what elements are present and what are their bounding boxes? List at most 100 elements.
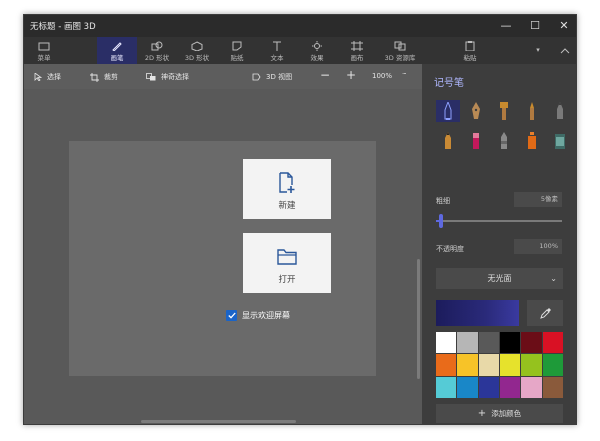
magic-select-label: 神奇选择 [161, 73, 189, 81]
3d-library-icon [394, 41, 406, 51]
zoom-in-button[interactable]: + [346, 68, 356, 82]
brush-calligraphy-pen[interactable] [464, 100, 488, 122]
tab-canvas[interactable]: 画布 [337, 37, 377, 64]
tab-label: 菜单 [37, 54, 51, 62]
fill-bucket-icon [555, 134, 565, 149]
tab-stickers[interactable]: 贴纸 [217, 37, 257, 64]
magic-select-tool[interactable]: 神奇选择 [146, 72, 189, 82]
paste-icon [465, 41, 475, 51]
select-tool[interactable]: 选择 [34, 72, 61, 82]
show-welcome-label: 显示欢迎屏幕 [242, 311, 290, 320]
new-button[interactable]: 新建 [243, 159, 331, 219]
brush-eraser[interactable] [464, 130, 488, 152]
brush-pixel-pen[interactable] [548, 100, 572, 122]
color-swatch[interactable] [478, 376, 499, 398]
more-dropdown-button[interactable]: ▾ [524, 37, 552, 64]
plus-icon: + [346, 68, 357, 82]
tab-label: 贴纸 [230, 54, 244, 62]
minimize-button[interactable]: — [492, 15, 520, 37]
pixel-pen-icon [557, 102, 563, 119]
tab-3d-shapes[interactable]: 3D 形状 [177, 37, 217, 64]
zoom-out-button[interactable]: − [320, 68, 330, 82]
show-welcome-checkbox[interactable]: 显示欢迎屏幕 [226, 310, 290, 321]
eyedropper-button[interactable] [527, 300, 563, 326]
minus-icon: − [320, 68, 331, 82]
color-swatch[interactable] [500, 376, 521, 398]
color-swatch[interactable] [521, 332, 542, 354]
brush-marker[interactable] [436, 100, 460, 122]
thickness-slider-thumb[interactable] [439, 214, 444, 228]
vertical-scrollbar[interactable] [417, 259, 420, 379]
horizontal-scrollbar[interactable] [141, 420, 296, 423]
folder-icon [38, 42, 50, 51]
title-bar: 无标题 - 画图 3D — ☐ ✕ [24, 15, 576, 37]
color-swatch[interactable] [436, 354, 457, 376]
color-swatch[interactable] [542, 332, 563, 354]
zoom-value: 100% [372, 72, 393, 80]
color-swatch[interactable] [478, 332, 499, 354]
cursor-icon [34, 73, 42, 81]
thickness-label: 粗细 [436, 197, 450, 205]
color-swatch[interactable] [457, 376, 478, 398]
color-swatch[interactable] [478, 354, 499, 376]
brush-crayon[interactable] [492, 130, 516, 152]
zoom-level: 100% [372, 72, 392, 80]
color-swatch[interactable] [542, 376, 563, 398]
brush-pencil[interactable] [436, 130, 460, 152]
open-button[interactable]: 打开 [243, 233, 331, 293]
select-label: 选择 [47, 73, 61, 81]
tab-brushes[interactable]: 画笔 [97, 37, 137, 64]
paste-label: 粘贴 [463, 54, 477, 62]
maximize-button[interactable]: ☐ [521, 15, 549, 37]
more-options-button[interactable]: ··· [402, 70, 407, 78]
crop-tool[interactable]: 裁剪 [90, 72, 118, 82]
close-button[interactable]: ✕ [550, 15, 576, 37]
tab-2d-shapes[interactable]: 2D 形状 [137, 37, 177, 64]
chevron-down-icon: ▾ [536, 46, 540, 54]
collapse-ribbon-button[interactable] [552, 37, 576, 64]
color-swatch[interactable] [542, 354, 563, 376]
thickness-slider-track[interactable] [436, 220, 562, 222]
marker-icon [444, 102, 452, 120]
crop-label: 裁剪 [104, 73, 118, 81]
brush-oil[interactable] [492, 100, 516, 122]
tab-text[interactable]: 文本 [257, 37, 297, 64]
spray-can-icon [528, 132, 536, 149]
color-swatch[interactable] [500, 332, 521, 354]
checkbox-checked-icon [226, 310, 237, 321]
tab-label: 3D 形状 [184, 54, 210, 62]
brush-watercolor[interactable] [520, 100, 544, 122]
crop-icon [90, 72, 99, 82]
tab-label: 效果 [310, 54, 324, 62]
color-swatch[interactable] [436, 376, 457, 398]
tab-menu[interactable]: 菜单 [24, 37, 64, 64]
current-color-swatch[interactable] [436, 300, 519, 326]
opacity-label: 不透明度 [436, 245, 464, 253]
text-icon [273, 41, 281, 51]
folder-open-icon [277, 249, 297, 265]
tab-3d-library[interactable]: 3D 资源库 [377, 37, 423, 64]
opacity-value[interactable]: 100% [514, 239, 562, 254]
thickness-value[interactable]: 5像素 [514, 192, 562, 207]
eraser-icon [473, 133, 479, 149]
3d-view-toggle[interactable]: 3D 视图 [252, 72, 292, 82]
color-swatch[interactable] [500, 354, 521, 376]
color-swatch[interactable] [436, 332, 457, 354]
canvas-area: 新建 打开 显示欢迎屏幕 [24, 89, 422, 424]
brush-fill[interactable] [548, 130, 572, 152]
add-color-button[interactable]: + 添加颜色 [436, 404, 563, 423]
3d-view-label: 3D 视图 [266, 73, 293, 81]
canvas-icon [351, 41, 363, 51]
tab-effects[interactable]: 效果 [297, 37, 337, 64]
color-swatch[interactable] [457, 332, 478, 354]
color-swatch[interactable] [521, 376, 542, 398]
new-file-icon [279, 172, 295, 193]
oil-brush-icon [500, 102, 508, 120]
color-swatch[interactable] [457, 354, 478, 376]
paste-button[interactable]: 粘贴 [450, 37, 490, 64]
effects-icon [312, 41, 322, 51]
color-swatch[interactable] [521, 354, 542, 376]
2d-shape-icon [151, 41, 163, 51]
brush-spray-can[interactable] [520, 130, 544, 152]
finish-dropdown[interactable]: 无光面 ⌄ [436, 268, 563, 289]
